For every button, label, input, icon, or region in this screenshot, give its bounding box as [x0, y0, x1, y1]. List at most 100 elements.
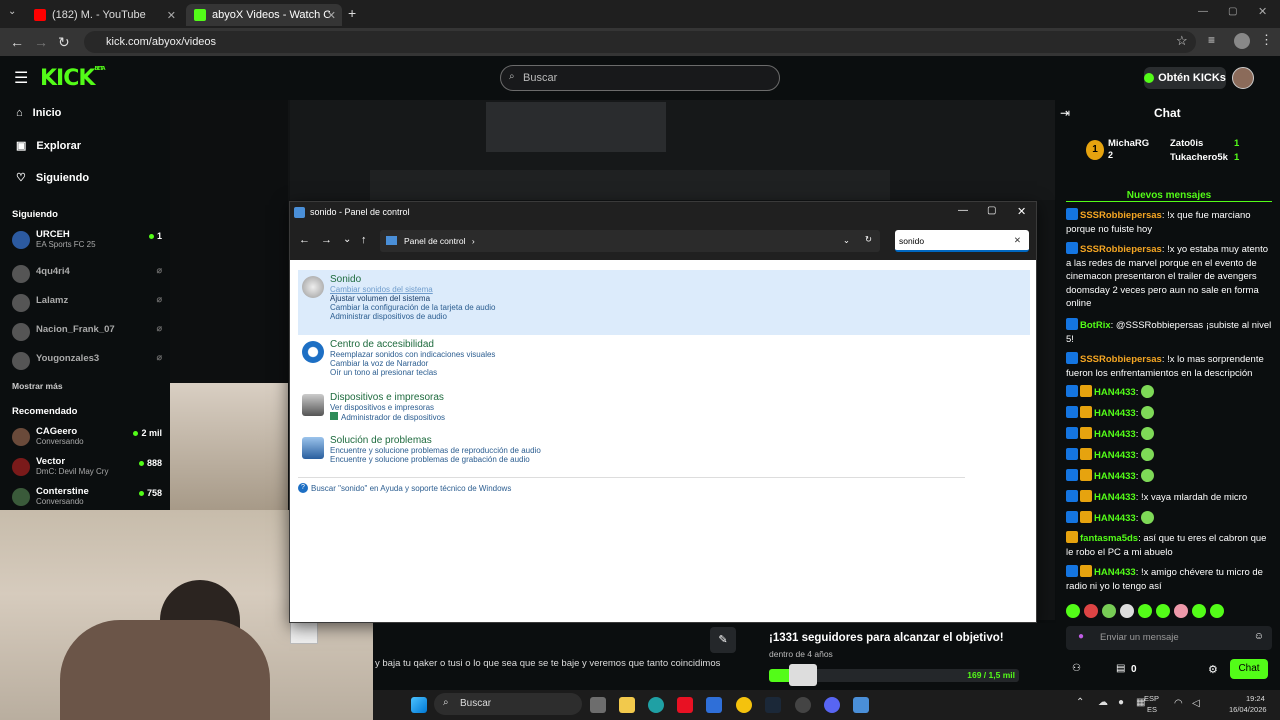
result-link[interactable]: Cambiar la configuración de la tarjeta d… [330, 303, 730, 312]
result-link[interactable]: Cambiar la voz de Narrador [330, 359, 730, 368]
maximize-icon[interactable]: ▢ [1228, 6, 1237, 17]
chat-username[interactable]: SSSRobbiepersas [1080, 210, 1162, 221]
file-explorer-icon[interactable] [619, 697, 635, 713]
following-channel[interactable]: Lalamz ⌀ [12, 292, 162, 316]
close-icon[interactable]: ✕ [1017, 205, 1026, 218]
result-link[interactable]: Administrar dispositivos de audio [330, 312, 730, 321]
chat-username[interactable]: HAN4433 [1094, 408, 1136, 419]
menu-icon[interactable]: ⋮ [1260, 32, 1273, 48]
bookmark-star-icon[interactable]: ☆ [1176, 33, 1188, 49]
chat-username[interactable]: HAN4433 [1094, 429, 1136, 440]
chat-username[interactable]: SSSRobbiepersas [1080, 354, 1162, 365]
sidebar-item-inicio[interactable]: ⌂ Inicio [16, 107, 61, 119]
send-chat-button[interactable]: Chat [1230, 659, 1268, 679]
profile-icon[interactable] [1234, 33, 1250, 49]
chat-username[interactable]: HAN4433 [1094, 471, 1136, 482]
close-tab-icon[interactable]: ✕ [327, 9, 336, 22]
emoji-icon[interactable]: ☺ [1254, 631, 1264, 642]
reload-icon[interactable]: ↻ [58, 34, 70, 51]
group-title[interactable]: Centro de accesibilidad [330, 339, 730, 350]
recommended-channel[interactable]: Vector DmC: Devil May Cry 888 [12, 456, 162, 480]
task-view-icon[interactable] [590, 697, 606, 713]
discord-icon[interactable] [824, 697, 840, 713]
result-link[interactable]: Ver dispositivos e impresoras [330, 403, 730, 412]
emote-icon[interactable] [1138, 604, 1152, 618]
close-tab-icon[interactable]: ✕ [167, 9, 176, 22]
refresh-icon[interactable]: ↻ [865, 234, 872, 245]
emote-icon[interactable] [1156, 604, 1170, 618]
help-search-link[interactable]: ? Buscar "sonido" en Ayuda y soporte téc… [298, 483, 511, 493]
control-panel-search-input[interactable]: sonido ✕ [895, 230, 1029, 252]
close-window-icon[interactable]: ✕ [1258, 5, 1267, 18]
search-input[interactable]: ⌕ Buscar [500, 65, 780, 91]
chrome-icon[interactable] [736, 697, 752, 713]
windows-start-icon[interactable] [411, 697, 427, 713]
following-channel[interactable]: URCEH EA Sports FC 25 1 [12, 229, 162, 253]
maximize-icon[interactable]: ▢ [987, 205, 996, 216]
tab-list-icon[interactable]: ⌄ [8, 6, 16, 17]
result-link[interactable]: Ajustar volumen del sistema [330, 294, 730, 303]
reading-list-icon[interactable]: ≡ [1208, 33, 1215, 47]
minimize-icon[interactable]: — [958, 205, 968, 216]
recommended-channel[interactable]: CAGeero Conversando 2 mil [12, 426, 162, 450]
following-channel[interactable]: Yougonzales3 ⌀ [12, 350, 162, 374]
tray-chevron-icon[interactable]: ⌃ [1076, 697, 1084, 708]
chat-username[interactable]: BotRix [1080, 320, 1111, 331]
result-link[interactable]: Cambiar sonidos del sistema [330, 285, 730, 294]
result-link[interactable]: Encuentre y solucione problemas de repro… [330, 446, 730, 455]
steam-icon[interactable] [765, 697, 781, 713]
taskbar-search[interactable]: ⌕ Buscar [434, 693, 582, 715]
emote-icon[interactable] [1174, 604, 1188, 618]
forward-icon[interactable]: → [34, 34, 48, 50]
edit-pencil-icon[interactable]: ✎ [710, 627, 736, 653]
emote-icon[interactable] [1120, 604, 1134, 618]
emote-icon[interactable] [1210, 604, 1224, 618]
chat-input[interactable]: ● Enviar un mensaje ☺ [1066, 626, 1272, 650]
url-field[interactable]: kick.com/abyox/videos [84, 31, 1196, 53]
hamburger-icon[interactable]: ☰ [14, 68, 28, 88]
result-link[interactable]: Administrador de dispositivos [330, 412, 730, 422]
wifi-icon[interactable]: ◠ [1174, 698, 1183, 709]
emote-icon[interactable] [1084, 604, 1098, 618]
result-link[interactable]: Oír un tono al presionar teclas [330, 368, 730, 377]
emote-icon[interactable] [1066, 604, 1080, 618]
chat-username[interactable]: fantasma5ds [1080, 533, 1138, 544]
group-title[interactable]: Dispositivos e impresoras [330, 392, 730, 403]
show-more-link[interactable]: Mostrar más [12, 381, 63, 391]
new-tab-button[interactable]: + [348, 5, 356, 21]
collapse-chat-icon[interactable]: ⇥ [1060, 106, 1070, 120]
recent-locations-icon[interactable]: ⌄ [343, 234, 351, 245]
microphone-icon[interactable]: ● [1078, 631, 1084, 642]
forward-icon[interactable]: → [321, 234, 332, 246]
settings-gear-icon[interactable]: ⚙ [1208, 663, 1218, 676]
chat-username[interactable]: SSSRobbiepersas [1080, 244, 1162, 255]
user-avatar[interactable] [1232, 67, 1254, 89]
volume-icon[interactable]: ◁ [1192, 698, 1200, 709]
language-indicator[interactable]: ESP [1144, 694, 1159, 703]
clock-time[interactable]: 19:24 [1246, 694, 1265, 703]
back-icon[interactable]: ← [299, 234, 310, 246]
up-folder-icon[interactable]: ↑ [361, 234, 367, 246]
following-channel[interactable]: Nacion_Frank_07 ⌀ [12, 321, 162, 345]
tab-youtube[interactable]: (182) M. - YouTube ✕ [26, 4, 182, 26]
minimize-icon[interactable]: — [1198, 6, 1208, 17]
group-title[interactable]: Solución de problemas [330, 435, 730, 446]
tab-kick[interactable]: abyoX Videos - Watch On-Dem ✕ [186, 4, 342, 26]
app-l-icon[interactable] [677, 697, 693, 713]
get-kicks-button[interactable]: Obtén KICKs [1144, 67, 1226, 89]
microphone-icon[interactable]: ● [1118, 697, 1124, 708]
back-icon[interactable]: ← [10, 34, 24, 50]
sidebar-item-siguiendo[interactable]: ♡ Siguiendo [16, 171, 89, 185]
following-channel[interactable]: 4qu4ri4 ⌀ [12, 263, 162, 287]
chat-username[interactable]: HAN4433 [1094, 387, 1136, 398]
recommended-channel[interactable]: Conterstine Conversando 758 [12, 486, 162, 510]
control-panel-address[interactable]: Panel de control › ⌄ ↻ [380, 230, 880, 252]
chat-username[interactable]: HAN4433 [1094, 513, 1136, 524]
chat-username[interactable]: HAN4433 [1094, 450, 1136, 461]
app-icon[interactable] [706, 697, 722, 713]
kick-logo[interactable]: KICKBETA [40, 66, 106, 91]
chat-username[interactable]: HAN4433 [1094, 567, 1136, 578]
points-icon[interactable]: ⚇ [1072, 663, 1081, 674]
edge-icon[interactable] [648, 697, 664, 713]
emote-icon[interactable] [1192, 604, 1206, 618]
